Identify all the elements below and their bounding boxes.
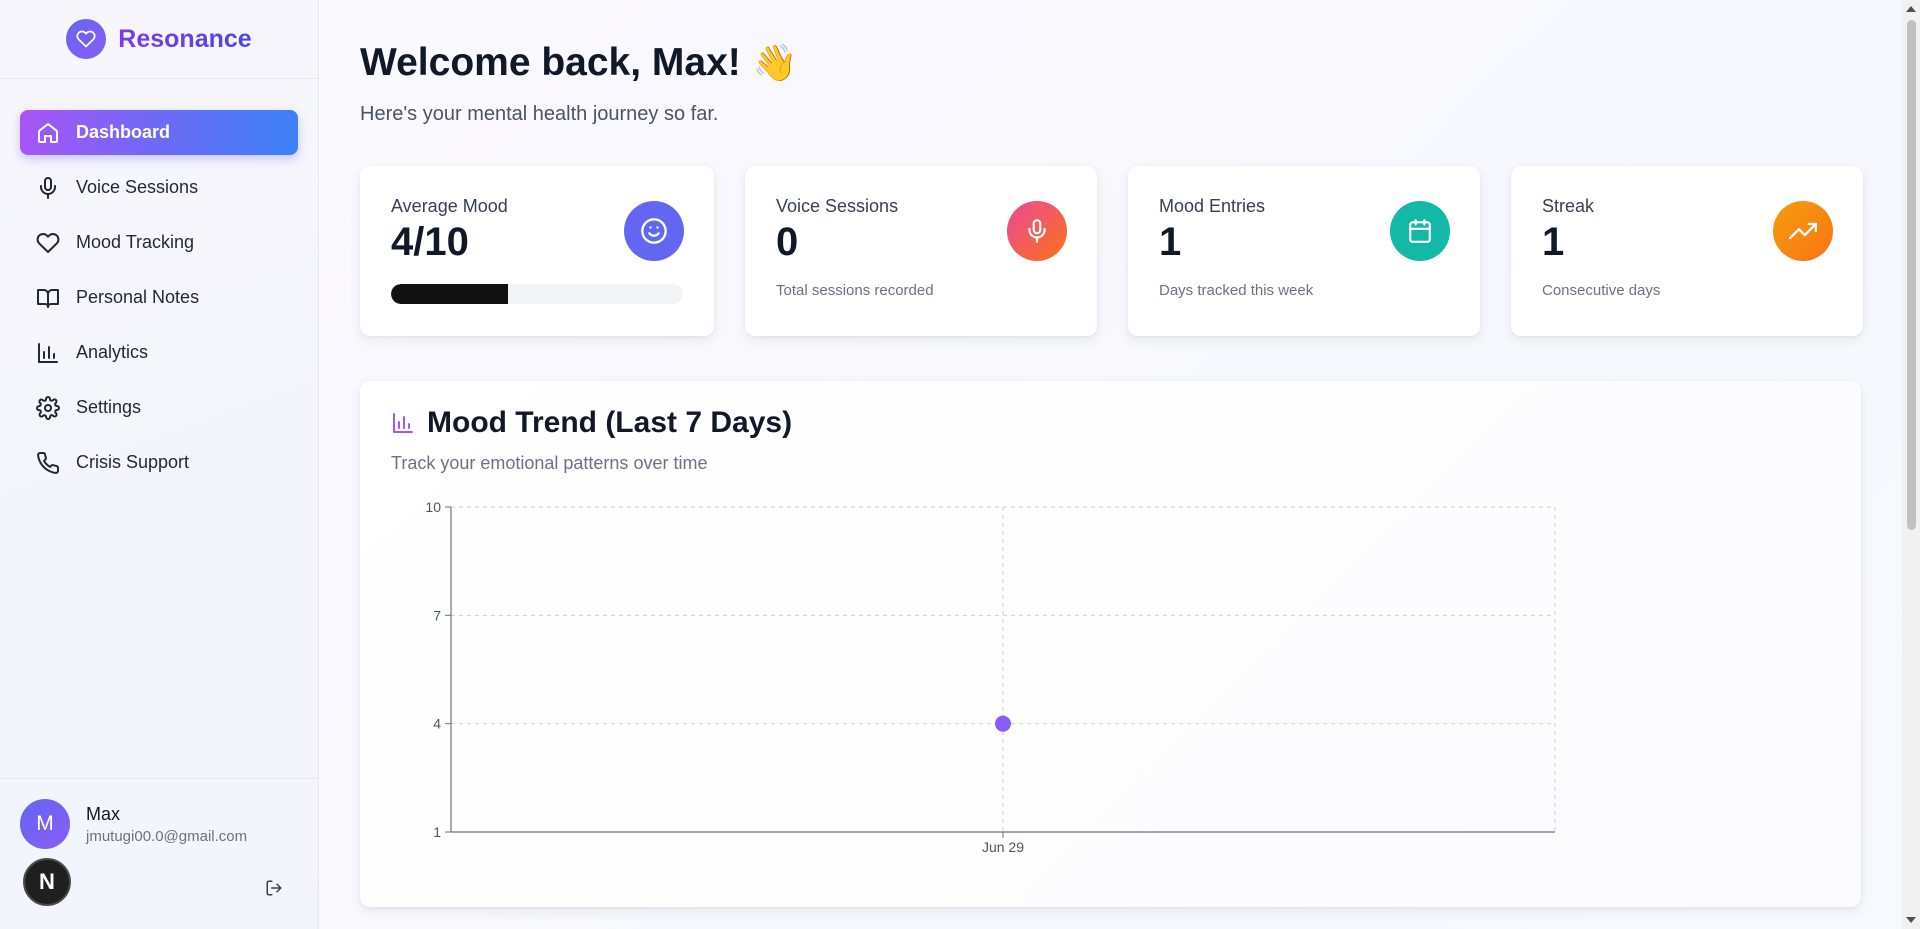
- mic-icon: [40, 176, 56, 199]
- card-caption: Consecutive days: [1542, 282, 1661, 299]
- sidebar-item-label: Personal Notes: [76, 287, 200, 307]
- home-icon: [38, 122, 58, 143]
- mood-progress-bar: [391, 284, 683, 304]
- sidebar-item-label: Voice Sessions: [76, 177, 199, 197]
- y-tick-label: 10: [425, 499, 441, 515]
- user-info[interactable]: M Max jmutugi00.0@gmail.com: [20, 799, 299, 849]
- logout-icon: [266, 880, 282, 896]
- sidebar-item-analytics[interactable]: Analytics: [20, 330, 298, 375]
- user-email: jmutugi00.0@gmail.com: [86, 827, 248, 845]
- sidebar-item-mood-tracking[interactable]: Mood Tracking: [20, 220, 298, 265]
- mood-entries-card: Mood Entries 1 Days tracked this week: [1128, 166, 1480, 336]
- page-subtitle: Here's your mental health journey so far…: [360, 103, 719, 125]
- page-scrollbar[interactable]: [1902, 0, 1920, 929]
- streak-card: Streak 1 Consecutive days: [1511, 166, 1863, 336]
- voice-sessions-card: Voice Sessions 0 Total sessions recorded: [745, 166, 1097, 336]
- sidebar-item-crisis-support[interactable]: Crisis Support: [20, 440, 298, 485]
- y-tick-label: 1: [433, 824, 441, 840]
- mic-icon: [1007, 201, 1067, 261]
- sidebar-item-dashboard[interactable]: Dashboard: [20, 110, 298, 155]
- waving-hand-emoji: 👋: [752, 42, 798, 83]
- avatar: M: [20, 799, 70, 849]
- sidebar-item-personal-notes[interactable]: Personal Notes: [20, 275, 298, 320]
- sidebar-nav: Dashboard Voice Sessions Mood Tracking P…: [0, 79, 318, 485]
- app-name: Resonance: [118, 24, 252, 53]
- user-panel: M Max jmutugi00.0@gmail.com N: [0, 778, 319, 929]
- sidebar-item-label: Analytics: [76, 342, 149, 362]
- book-icon: [37, 288, 59, 308]
- card-caption: Total sessions recorded: [776, 282, 934, 299]
- y-tick-label: 4: [433, 716, 441, 732]
- sidebar-item-label: Dashboard: [76, 122, 171, 142]
- sidebar-item-settings[interactable]: Settings: [20, 385, 298, 430]
- bar-chart-icon: [38, 342, 58, 363]
- sidebar: Resonance Dashboard Voice Sessions Mood …: [0, 0, 319, 929]
- sidebar-item-label: Settings: [76, 397, 142, 417]
- heart-icon: [36, 232, 60, 253]
- mood-trend-chart: 1 4 7 10 Jun 29: [425, 499, 1556, 855]
- page-title: Welcome back, Max! 👋: [360, 40, 1860, 86]
- sidebar-item-voice-sessions[interactable]: Voice Sessions: [20, 165, 298, 210]
- nextjs-badge[interactable]: N: [23, 858, 71, 906]
- heart-logo-icon: [66, 19, 107, 59]
- brand[interactable]: Resonance: [0, 0, 318, 79]
- mood-trend-card: Mood Trend (Last 7 Days) Track your emot…: [360, 381, 1861, 907]
- mood-progress-fill: [391, 284, 508, 304]
- trending-up-icon: [1773, 201, 1833, 261]
- sidebar-item-label: Crisis Support: [76, 452, 190, 472]
- gear-icon: [36, 395, 60, 420]
- scroll-up-arrow-icon[interactable]: [1906, 6, 1916, 12]
- sidebar-item-label: Mood Tracking: [76, 232, 195, 252]
- welcome-text: Welcome back, Max!: [360, 41, 741, 84]
- user-name: Max: [86, 803, 121, 824]
- scroll-down-arrow-icon[interactable]: [1906, 917, 1916, 923]
- x-tick-label: Jun 29: [982, 839, 1024, 855]
- smile-icon: [624, 201, 684, 261]
- average-mood-card: Average Mood 4/10: [360, 166, 714, 336]
- calendar-icon: [1390, 201, 1450, 261]
- scroll-thumb[interactable]: [1907, 20, 1916, 530]
- stats-cards: Average Mood 4/10 Voice Sessions 0 Total…: [360, 166, 1863, 336]
- card-caption: Days tracked this week: [1159, 282, 1314, 299]
- y-tick-label: 7: [433, 607, 441, 623]
- main-content: Welcome back, Max! 👋 Here's your mental …: [360, 0, 1863, 907]
- phone-icon: [37, 451, 60, 474]
- logout-button[interactable]: [263, 877, 285, 899]
- data-point: [995, 715, 1011, 732]
